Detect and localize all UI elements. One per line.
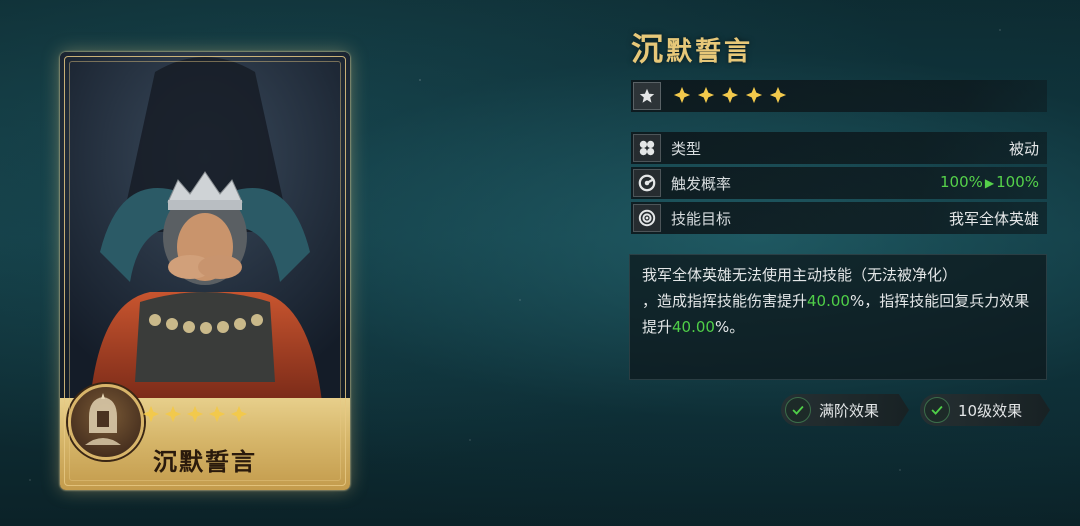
skill-description: 我军全体英雄无法使用主动技能（无法被净化） ，造成指挥技能伤害提升40.00%，… [629,254,1047,380]
full-rank-effect-button[interactable]: 满阶效果 [781,394,909,426]
desc-value2: 40.00 [672,318,715,336]
arrow-right-icon: ▶ [984,176,995,190]
card-skill-name: 沉默誓言 [153,447,257,476]
star-icon [208,405,226,423]
trigger-value: 100% ▶ 100% [940,173,1039,191]
target-label: 技能目标 [671,210,732,228]
star-icon [769,86,787,104]
star-icon [673,86,691,104]
star-icon [633,82,661,110]
info-row-trigger: 触发概率 100% ▶ 100% [631,167,1047,199]
card-star-rating [142,405,248,423]
card-artwork [60,52,350,402]
level10-effect-label: 10级效果 [958,401,1023,420]
star-icon [230,405,248,423]
star-icon [186,405,204,423]
type-value: 被动 [1008,140,1039,158]
skill-card[interactable]: 沉默誓言 [60,52,350,490]
target-value: 我军全体英雄 [948,210,1039,228]
star-icon [745,86,763,104]
skill-title-first-char: 沉 [631,30,667,68]
check-icon [924,397,950,423]
trigger-from: 100% [939,173,983,191]
trigger-to: 100% [996,173,1039,191]
star-icon [697,86,715,104]
skill-title: 沉默誓言 [631,24,753,70]
skill-star-rating [673,86,787,104]
skill-title-rest: 默誓言 [666,37,754,67]
type-label: 类型 [671,140,702,158]
info-row-type: 类型 被动 [631,132,1047,164]
skill-star-row [631,80,1047,112]
desc-part4: %。 [714,318,745,336]
desc-part1: 我军全体英雄无法使用主动技能（无法被净化） [642,266,958,284]
desc-value1: 40.00 [807,292,850,310]
target-icon [633,204,661,232]
desc-part2: ，造成指挥技能伤害提升 [642,292,808,310]
star-icon [142,405,160,423]
star-icon [164,405,182,423]
full-rank-effect-label: 满阶效果 [819,401,880,420]
check-icon [785,397,811,423]
gauge-icon [633,169,661,197]
level10-effect-button[interactable]: 10级效果 [920,394,1050,426]
info-row-target: 技能目标 我军全体英雄 [631,202,1047,234]
trigger-label: 触发概率 [671,175,732,193]
clover-icon [633,134,661,162]
star-icon [721,86,739,104]
